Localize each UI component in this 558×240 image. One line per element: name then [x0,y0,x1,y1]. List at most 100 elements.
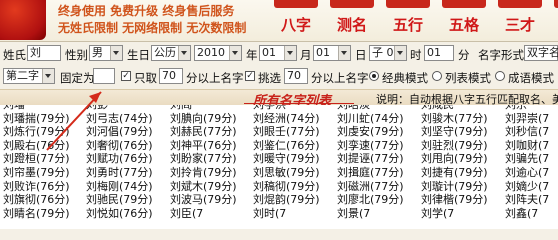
name-item[interactable]: 刘捷有(79分) [421,166,488,179]
name-item[interactable]: 刘甩向(79分) [421,152,488,165]
only-take-label: 只取 [134,71,157,85]
nav-ceming[interactable]: 测名 [324,0,380,41]
name-item[interactable]: 刘揖庭(77分) [337,166,404,179]
chevron-down-icon [338,46,350,60]
gender-select[interactable]: 男 [89,45,123,61]
name-item[interactable]: 刘晤淡 [337,105,370,111]
name-item[interactable]: 刘鑫(7 [505,207,538,220]
name-item[interactable]: 刘殿右(76分) [3,139,70,152]
gender-value: 男 [92,46,103,59]
mode-classic-radio[interactable] [369,71,379,81]
name-item[interactable]: 刘勇时(77分) [86,166,153,179]
name-item[interactable]: 刘悦如(76分) [86,207,153,220]
name-item[interactable]: 刘臣(7 [170,207,203,220]
name-item[interactable]: 刘逾心(7 [505,166,549,179]
name-item[interactable]: 刘弓志(74分) [86,112,153,125]
name-item[interactable]: 刘败诈(76分) [3,180,70,193]
slogan-line-1: 终身使用 免费升级 终身售后服务 [58,4,235,18]
name-item[interactable]: 刘蹬桓(77分) [3,152,70,165]
name-item[interactable]: 刘咖财(7 [505,139,549,152]
name-item[interactable]: 刘景(7 [337,207,370,220]
minute-input[interactable]: 01 [424,45,454,61]
name-format-value: 双字名 [527,46,558,59]
name-item[interactable]: 刘孪速(77分) [337,139,404,152]
name-item[interactable]: 刘稿彻(79分) [253,180,320,193]
name-item[interactable]: 刘坚守(79分) [421,125,488,138]
name-item[interactable]: 刘睛名(79分) [3,207,70,220]
mode-idiom-radio[interactable] [495,71,505,81]
name-item[interactable]: 刘思敏(79分) [253,166,320,179]
name-item[interactable]: 刘赫民(77分) [170,125,237,138]
name-item[interactable]: 刘波马(79分) [170,193,237,206]
name-item[interactable]: 刘驰民(79分) [86,193,153,206]
nav-ceming-label: 测名 [336,16,367,34]
name-item[interactable]: 刘嫡少(7 [505,180,549,193]
name-item[interactable]: 刘暖守(79分) [253,152,320,165]
nav-sancai[interactable]: 三才 [492,0,548,41]
mode-idiom-label: 成语模式 [508,71,554,85]
name-item[interactable]: 刘时(7 [253,207,286,220]
nav-bazi[interactable]: 八字 [268,0,324,41]
nav-wuxing[interactable]: 五行 [380,0,436,41]
name-item[interactable]: 刘学(7 [421,207,454,220]
name-item[interactable]: 刘彭 [86,105,108,111]
month-select[interactable]: 01 [259,45,297,61]
nav-xiaoming[interactable]: 小名 [548,0,558,41]
name-item[interactable]: 刘眼壬(77分) [253,125,320,138]
name-item[interactable]: 刘璠揣(79分) [3,112,70,125]
month-value: 01 [262,46,276,59]
name-item[interactable]: 刘律楷(79分) [421,193,488,206]
chevron-down-icon [110,46,122,60]
name-item[interactable]: 刘赋功(76分) [86,152,153,165]
name-format-label: 名字形式 [478,48,524,62]
hour-select[interactable]: 子 0 [369,45,407,61]
name-item[interactable]: 刘璇计(79分) [421,180,488,193]
name-item[interactable]: 刘磁洲(77分) [337,180,404,193]
name-item[interactable]: 刘提诬(77分) [337,152,404,165]
name-item[interactable]: 刘骗先(7 [505,152,549,165]
name-item[interactable]: 刘梅刚(74分) [86,180,153,193]
name-item[interactable]: 刘咸民 [421,105,454,111]
name-item[interactable]: 刘帘墨(79分) [3,166,70,179]
name-item[interactable]: 刘骏木(77分) [421,112,488,125]
name-item[interactable]: 刘炼行(79分) [3,125,70,138]
name-item[interactable]: 刘焜韵(79分) [253,193,320,206]
name-item[interactable]: 刘廖北(79分) [337,193,404,206]
pick-score-input[interactable]: 70 [284,68,308,84]
name-item[interactable]: 刘驻烈(79分) [421,139,488,152]
name-item[interactable]: 刘奢彻(76分) [86,139,153,152]
name-item[interactable]: 刘河倡(79分) [86,125,153,138]
name-item[interactable]: 刘腆向(79分) [170,112,237,125]
mode-list-radio[interactable] [432,71,442,81]
nav-wuge[interactable]: 五格 [436,0,492,41]
name-item[interactable]: 刘经洲(74分) [253,112,320,125]
fixed-char-input[interactable] [93,68,115,84]
name-item[interactable]: 刘拎肯(79分) [170,166,237,179]
name-format-select[interactable]: 双字名 [524,45,558,61]
only-take-checkbox[interactable]: ✓ [121,71,131,81]
char-position-select[interactable]: 第二字 [3,68,55,84]
name-item[interactable]: 刘亭洪 [253,105,286,111]
name-item[interactable]: 刘川虻(74分) [337,112,404,125]
pick-checkbox[interactable]: ✓ [245,71,255,81]
chevron-down-icon [42,69,54,83]
day-select[interactable]: 01 [313,45,351,61]
name-item[interactable]: 刘宗 [505,105,527,111]
calendar-select[interactable]: 公历 [151,45,191,61]
nav-xiaoming-label: 小名 [548,14,558,35]
name-item[interactable]: 刘羿崇(7 [505,112,549,125]
only-take-score-input[interactable]: 70 [159,68,183,84]
name-item[interactable]: 刘虔安(79分) [337,125,404,138]
name-item[interactable]: 刘盼家(77分) [170,152,237,165]
hour-value: 子 0 [372,46,394,59]
name-item[interactable]: 刘旗彻(76分) [3,193,70,206]
surname-input[interactable]: 刘 [27,45,61,61]
name-item[interactable]: 刘鉴仁(76分) [253,139,320,152]
name-item[interactable]: 刘秒信(7 [505,125,549,138]
year-select[interactable]: 2010 [194,45,242,61]
name-item[interactable]: 刘阵夫(7 [505,193,549,206]
name-item[interactable]: 刘阎 [170,105,192,111]
name-item[interactable]: 刘斌木(79分) [170,180,237,193]
name-item[interactable]: 刘神平(76分) [170,139,237,152]
name-item[interactable]: 刘璠 [3,105,25,111]
